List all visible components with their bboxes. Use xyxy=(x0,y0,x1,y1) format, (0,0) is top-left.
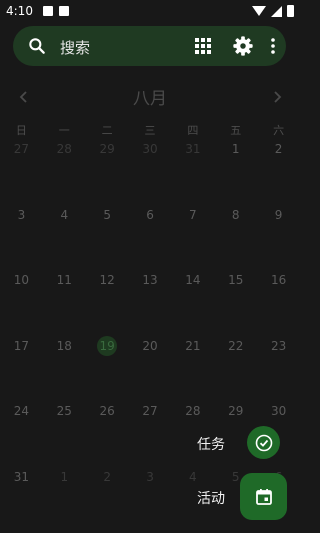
calendar-day[interactable]: 15 xyxy=(214,269,257,335)
weekday-header: 日 一 二 三 四 五 六 xyxy=(0,122,300,138)
calendar-day[interactable]: 3 xyxy=(0,204,43,270)
calendar-day[interactable]: 9 xyxy=(257,204,300,270)
calendar-day[interactable]: 20 xyxy=(129,335,172,401)
gear-icon[interactable] xyxy=(232,35,254,57)
calendar-day[interactable]: 28 xyxy=(43,138,86,204)
month-header: 八月 xyxy=(0,84,300,110)
calendar-day[interactable]: 2 xyxy=(86,466,129,532)
status-time: 4:10 xyxy=(6,4,33,18)
signal-icon xyxy=(271,5,282,17)
event-fab-label[interactable]: 活动 xyxy=(197,488,225,508)
calendar-day[interactable]: 23 xyxy=(257,335,300,401)
calendar-day[interactable]: 4 xyxy=(43,204,86,270)
calendar-day[interactable]: 1 xyxy=(43,466,86,532)
search-input[interactable]: 搜索 xyxy=(60,37,90,58)
status-bar: 4:10 xyxy=(0,0,300,22)
weekday-label: 四 xyxy=(187,124,199,137)
task-fab-label[interactable]: 任务 xyxy=(197,434,225,454)
calendar-day[interactable]: 11 xyxy=(43,269,86,335)
weekday-label: 二 xyxy=(101,124,113,137)
grid-view-icon[interactable] xyxy=(194,37,212,55)
calendar-day[interactable]: 27 xyxy=(129,400,172,466)
weekday-label: 一 xyxy=(58,124,70,137)
notification-icons xyxy=(42,6,69,16)
weekday-label: 五 xyxy=(230,124,242,137)
calendar-day[interactable]: 25 xyxy=(43,400,86,466)
system-icons xyxy=(252,5,294,17)
more-options-icon[interactable] xyxy=(268,37,278,55)
calendar-day[interactable]: 22 xyxy=(214,335,257,401)
calendar-day[interactable]: 29 xyxy=(86,138,129,204)
calendar-day[interactable]: 21 xyxy=(171,335,214,401)
add-event-button[interactable] xyxy=(240,473,287,520)
add-task-button[interactable] xyxy=(247,426,280,459)
app-notification-icon xyxy=(58,6,69,16)
calendar-day[interactable]: 18 xyxy=(43,335,86,401)
calendar-day[interactable]: 8 xyxy=(214,204,257,270)
image-notification-icon xyxy=(42,6,53,16)
search-bar[interactable]: 搜索 xyxy=(13,26,286,66)
calendar-day[interactable]: 1 xyxy=(214,138,257,204)
calendar-day[interactable]: 12 xyxy=(86,269,129,335)
calendar-day[interactable]: 17 xyxy=(0,335,43,401)
month-title[interactable]: 八月 xyxy=(0,84,300,109)
search-icon[interactable] xyxy=(27,36,47,56)
calendar-day[interactable]: 30 xyxy=(129,138,172,204)
calendar-day[interactable]: 16 xyxy=(257,269,300,335)
calendar-icon xyxy=(255,488,272,505)
chevron-right-icon[interactable] xyxy=(270,89,284,105)
weekday-label: 六 xyxy=(273,124,285,137)
calendar-day[interactable]: 27 xyxy=(0,138,43,204)
calendar-day[interactable]: 6 xyxy=(129,204,172,270)
calendar-day[interactable]: 3 xyxy=(129,466,172,532)
check-circle-icon xyxy=(255,434,272,451)
calendar-day-today[interactable]: 19 xyxy=(86,335,129,401)
calendar-day[interactable]: 26 xyxy=(86,400,129,466)
calendar-day[interactable]: 24 xyxy=(0,400,43,466)
calendar-day[interactable]: 10 xyxy=(0,269,43,335)
wifi-icon xyxy=(252,6,266,16)
calendar-day[interactable]: 5 xyxy=(86,204,129,270)
weekday-label: 日 xyxy=(15,124,27,137)
battery-icon xyxy=(287,5,294,17)
calendar-day[interactable]: 13 xyxy=(129,269,172,335)
calendar-day[interactable]: 2 xyxy=(257,138,300,204)
calendar-day[interactable]: 31 xyxy=(0,466,43,532)
calendar-day[interactable]: 31 xyxy=(171,138,214,204)
weekday-label: 三 xyxy=(144,124,156,137)
calendar-day[interactable]: 28 xyxy=(171,400,214,466)
calendar-day[interactable]: 7 xyxy=(171,204,214,270)
calendar-day[interactable]: 14 xyxy=(171,269,214,335)
